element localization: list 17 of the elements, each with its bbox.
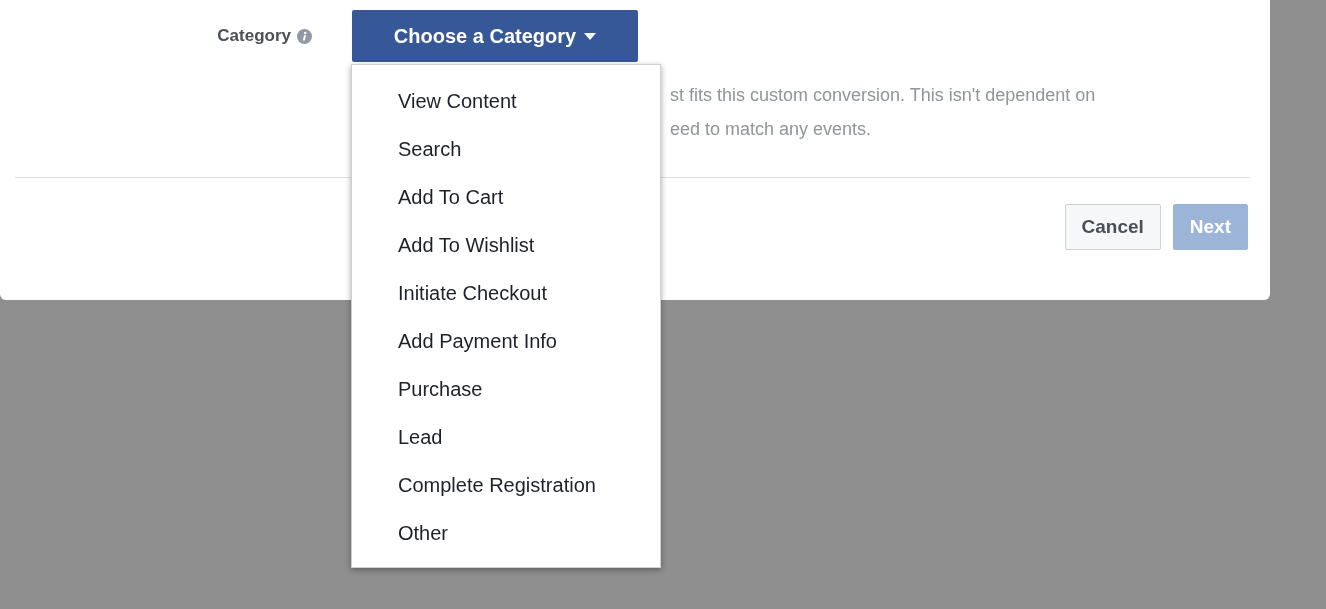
- menu-item[interactable]: Purchase: [352, 365, 660, 413]
- menu-item[interactable]: Search: [352, 125, 660, 173]
- menu-item[interactable]: Complete Registration: [352, 461, 660, 509]
- menu-item[interactable]: Lead: [352, 413, 660, 461]
- category-dropdown[interactable]: Choose a Category: [352, 10, 638, 62]
- description-text: eed to match any events.: [670, 118, 873, 140]
- menu-item[interactable]: View Content: [352, 77, 660, 125]
- caret-icon: [584, 32, 597, 40]
- cancel-button[interactable]: Cancel: [1064, 204, 1161, 250]
- description-text: st fits this custom conversion. This isn't dependent on: [670, 84, 1097, 106]
- field-label: Category: [217, 26, 291, 46]
- menu-item[interactable]: Add To Wishlist: [352, 221, 660, 269]
- info-icon: [297, 28, 312, 44]
- menu-item[interactable]: Initiate Checkout: [352, 269, 660, 317]
- menu-item[interactable]: Add Payment Info: [352, 317, 660, 365]
- menu-item[interactable]: Other: [352, 509, 660, 557]
- menu-item[interactable]: Add To Cart: [352, 173, 660, 221]
